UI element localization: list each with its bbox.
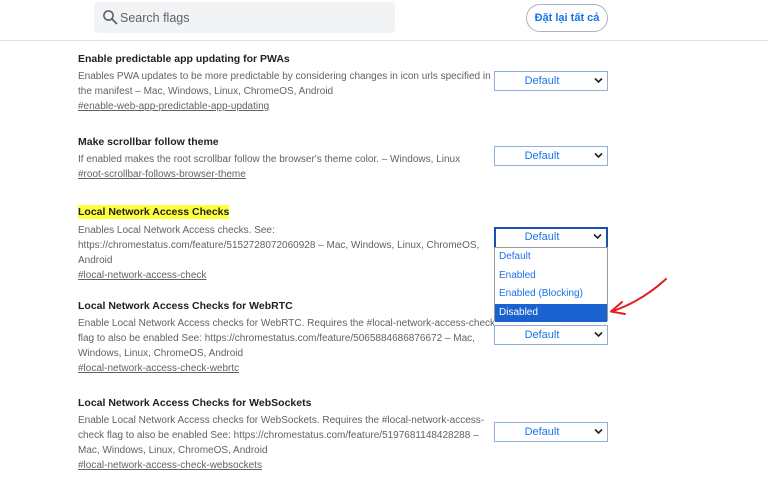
flag-description: Enables PWA updates to be more predictab… xyxy=(78,71,491,97)
flag-anchor-link[interactable]: #enable-web-app-predictable-app-updating xyxy=(78,100,498,114)
search-box[interactable] xyxy=(94,2,395,33)
flag-select-value: Default xyxy=(524,329,560,341)
flag-select[interactable]: Default xyxy=(494,325,608,345)
flag-item: Enable predictable app updating for PWAs… xyxy=(78,52,498,114)
flag-select[interactable]: Default xyxy=(494,227,608,249)
flag-item: Make scrollbar follow theme If enabled m… xyxy=(78,135,498,182)
flag-anchor-link[interactable]: #local-network-access-check xyxy=(78,269,498,283)
flag-select-value: Default xyxy=(524,426,560,438)
search-input[interactable] xyxy=(120,2,380,33)
flag-anchor-link[interactable]: #local-network-access-check-websockets xyxy=(78,459,498,473)
flag-select-value: Default xyxy=(524,150,560,162)
dropdown-option[interactable]: Default xyxy=(495,248,607,267)
flag-item: Local Network Access Checks for WebRTC E… xyxy=(78,299,498,376)
flag-title: Local Network Access Checks for WebRTC xyxy=(78,300,293,312)
flag-select-value: Default xyxy=(524,231,560,243)
flag-item: Local Network Access Checks for WebSocke… xyxy=(78,396,498,473)
flag-title: Enable predictable app updating for PWAs xyxy=(78,53,290,65)
flag-description: Enable Local Network Access checks for W… xyxy=(78,415,485,456)
search-icon xyxy=(103,10,118,25)
flag-title: Make scrollbar follow theme xyxy=(78,136,219,148)
top-bar: Đặt lại tất cả xyxy=(0,0,768,41)
flag-anchor-link[interactable]: #local-network-access-check-webrtc xyxy=(78,362,498,376)
flag-title: Local Network Access Checks for WebSocke… xyxy=(78,397,312,409)
chevron-down-icon xyxy=(594,77,603,84)
chevron-down-icon xyxy=(594,428,603,435)
dropdown-option-selected[interactable]: Disabled xyxy=(495,303,607,322)
flag-description: If enabled makes the root scrollbar foll… xyxy=(78,154,461,165)
flag-select-value: Default xyxy=(524,75,560,87)
chevron-down-icon xyxy=(593,233,602,240)
dropdown-list: Default Enabled Enabled (Blocking) Disab… xyxy=(494,247,608,322)
flag-item: Local Network Access Checks Enables Loca… xyxy=(78,202,498,283)
flag-description: Enables Local Network Access checks. See… xyxy=(78,225,480,266)
flag-select[interactable]: Default xyxy=(494,422,608,442)
dropdown-option[interactable]: Enabled xyxy=(495,267,607,286)
chevron-down-icon xyxy=(594,152,603,159)
reset-all-button[interactable]: Đặt lại tất cả xyxy=(526,4,608,32)
flag-anchor-link[interactable]: #root-scrollbar-follows-browser-theme xyxy=(78,168,498,182)
annotation-arrow-icon xyxy=(610,278,667,315)
flag-title: Local Network Access Checks xyxy=(78,205,230,219)
flag-select[interactable]: Default xyxy=(494,146,608,166)
flag-description: Enable Local Network Access checks for W… xyxy=(78,318,496,359)
flag-select[interactable]: Default xyxy=(494,71,608,91)
chevron-down-icon xyxy=(594,331,603,338)
dropdown-option[interactable]: Enabled (Blocking) xyxy=(495,285,607,304)
